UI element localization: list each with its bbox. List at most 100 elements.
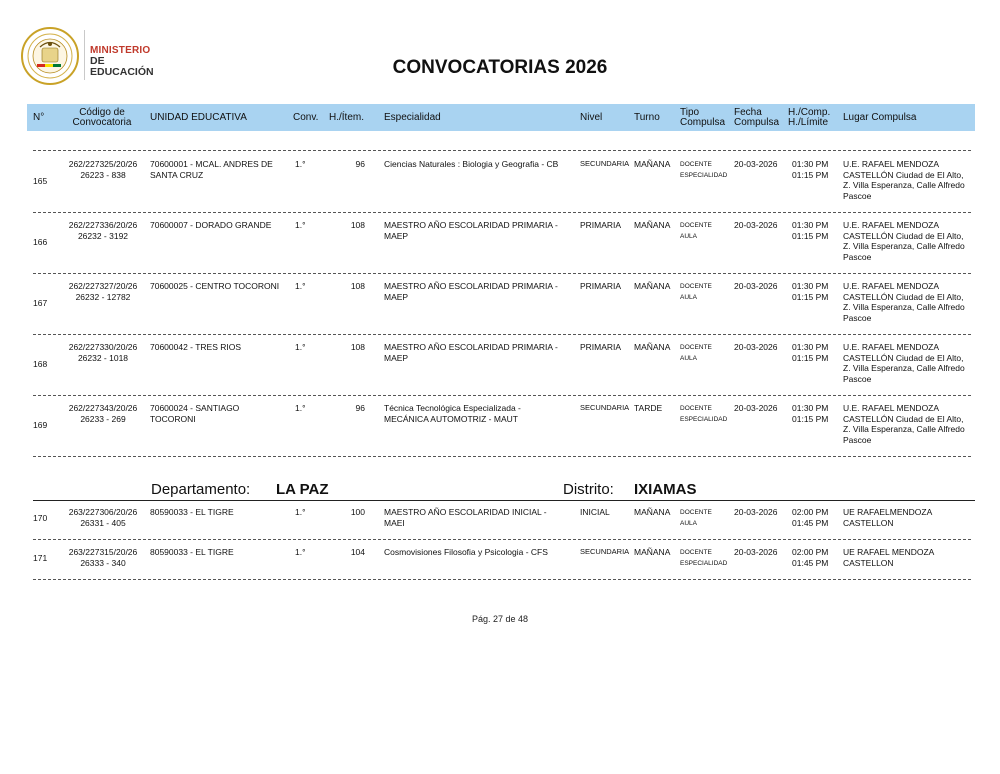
especialidad-cell: MAESTRO AÑO ESCOLARIDAD PRIMARIA - MAEP — [384, 220, 558, 241]
hora-cell: 02:00 PM 01:45 PM — [792, 547, 829, 568]
page-title: CONVOCATORIAS 2026 — [392, 57, 608, 78]
turno-cell: MAÑANA — [634, 547, 671, 557]
page-number: Pág. 27 de 48 — [471, 614, 529, 624]
lugar-cell: UE RAFAEL MENDOZA CASTELLON — [843, 547, 935, 568]
row-number: 166 — [33, 237, 48, 247]
row-number: 168 — [33, 359, 48, 369]
row-divider — [33, 273, 971, 274]
unidad-cell: 70600001 - MCAL. ANDRES DE SANTA CRUZ — [150, 159, 273, 180]
especialidad-cell: MAESTRO AÑO ESCOLARIDAD PRIMARIA - MAEP — [384, 281, 558, 302]
row-number: 165 — [33, 176, 48, 186]
nivel-cell: SECUNDARIA — [580, 547, 630, 556]
header-number: N° — [33, 111, 45, 123]
hora-cell: 01:30 PM 01:15 PM — [792, 342, 829, 363]
especialidad-cell: Ciencias Naturales : Biologia y Geografi… — [384, 159, 559, 169]
hora-cell: 01:30 PM 01:15 PM — [792, 220, 829, 241]
tipo-cell: DOCENTE ESPECIALIDAD — [680, 549, 728, 567]
hitem-cell: 108 — [350, 342, 365, 352]
header-turno: Turno — [634, 111, 660, 123]
tipo-cell: DOCENTE AULA — [680, 222, 712, 240]
fecha-cell: 20-03-2026 — [734, 220, 778, 230]
unidad-cell: 80590033 - EL TIGRE — [150, 547, 234, 557]
tipo-cell: DOCENTE AULA — [680, 509, 712, 527]
fecha-cell: 20-03-2026 — [734, 403, 778, 413]
codigo-cell: 263/227315/20/26 26333 - 340 — [68, 547, 138, 568]
section-underline — [33, 500, 975, 501]
turno-cell: MAÑANA — [634, 281, 671, 291]
nivel-cell: PRIMARIA — [580, 342, 622, 352]
table-row: 168 262/227330/20/26 26232 - 1018 70600042 … — [27, 342, 975, 399]
header-codigo: Código de Convocatoria — [72, 106, 132, 128]
hitem-cell: 108 — [350, 220, 365, 230]
tipo-cell: DOCENTE ESPECIALIDAD — [680, 405, 728, 423]
hora-cell: 01:30 PM 01:15 PM — [792, 403, 829, 424]
turno-cell: MAÑANA — [634, 159, 671, 169]
nivel-cell: PRIMARIA — [580, 220, 622, 230]
header-hcomp: H./Comp. H./Límite — [788, 106, 831, 128]
codigo-cell: 262/227343/20/26 26233 - 269 — [68, 403, 138, 424]
conv-cell: 1.° — [295, 547, 306, 557]
especialidad-cell: MAESTRO AÑO ESCOLARIDAD INICIAL - MAEI — [384, 507, 547, 528]
table-row: 167 262/227327/20/26 26232 - 12782 70600025… — [27, 281, 975, 338]
header-nivel: Nivel — [580, 111, 603, 123]
unidad-cell: 70600042 - TRES RIOS — [150, 342, 242, 352]
fecha-cell: 20-03-2026 — [734, 281, 778, 291]
header-especialidad: Especialidad — [384, 111, 441, 123]
codigo-cell: 263/227306/20/26 26331 - 405 — [68, 507, 138, 528]
conv-cell: 1.° — [295, 403, 306, 413]
lugar-cell: U.E. RAFAEL MENDOZA CASTELLÓN Ciudad de E… — [843, 281, 965, 323]
unidad-cell: 80590033 - EL TIGRE — [150, 507, 234, 517]
row-divider — [33, 334, 971, 335]
conv-cell: 1.° — [295, 342, 306, 352]
codigo-cell: 262/227325/20/26 26223 - 838 — [68, 159, 138, 180]
fecha-cell: 20-03-2026 — [734, 342, 778, 352]
fecha-cell: 20-03-2026 — [734, 547, 778, 557]
hitem-cell: 96 — [355, 403, 365, 413]
department-district-bar: Departamento: LA PAZ Distrito: IXIAMAS — [0, 481, 1000, 501]
lugar-cell: U.E. RAFAEL MENDOZA CASTELLÓN Ciudad de E… — [843, 220, 965, 262]
especialidad-cell: Técnica Tecnológica Especializada - MECÁN… — [384, 403, 521, 424]
nivel-cell: INICIAL — [580, 507, 610, 517]
hitem-cell: 100 — [350, 507, 365, 517]
header-unidad: UNIDAD EDUCATIVA — [150, 111, 247, 123]
codigo-cell: 262/227327/20/26 26232 - 12782 — [68, 281, 138, 302]
row-number: 170 — [33, 513, 48, 523]
fecha-cell: 20-03-2026 — [734, 159, 778, 169]
hora-cell: 01:30 PM 01:15 PM — [792, 159, 829, 180]
hora-cell: 01:30 PM 01:15 PM — [792, 281, 829, 302]
nivel-cell: PRIMARIA — [580, 281, 622, 291]
unidad-cell: 70600025 - CENTRO TOCORONI — [150, 281, 280, 291]
table-row: 169 262/227343/20/26 26233 - 269 70600024 -… — [27, 403, 975, 460]
row-divider — [33, 579, 971, 580]
lugar-cell: UE RAFAELMENDOZA CASTELLON — [843, 507, 933, 528]
department-label: Departamento: — [151, 481, 251, 498]
row-divider — [33, 395, 971, 396]
lugar-cell: U.E. RAFAEL MENDOZA CASTELLÓN Ciudad de E… — [843, 342, 965, 384]
row-divider — [33, 456, 971, 457]
row-number: 167 — [33, 298, 48, 308]
table-row: 170 263/227306/20/26 26331 - 405 80590033 -… — [27, 507, 975, 543]
hora-cell: 02:00 PM 01:45 PM — [792, 507, 829, 528]
especialidad-cell: Cosmovisiones Filosofia y Psicologia - C… — [384, 547, 548, 557]
row-number: 169 — [33, 420, 48, 430]
department-value: LA PAZ — [276, 481, 329, 498]
table-row: 166 262/227336/20/26 26232 - 3192 70600007 … — [27, 220, 975, 277]
codigo-cell: 262/227336/20/26 26232 - 3192 — [68, 220, 138, 241]
unidad-cell: 70600007 - DORADO GRANDE — [150, 220, 272, 230]
header-tipo: Tipo Compulsa — [680, 106, 726, 128]
conv-cell: 1.° — [295, 159, 306, 169]
especialidad-cell: MAESTRO AÑO ESCOLARIDAD PRIMARIA - MAEP — [384, 342, 558, 363]
conv-cell: 1.° — [295, 220, 306, 230]
lugar-cell: U.E. RAFAEL MENDOZA CASTELLÓN Ciudad de E… — [843, 159, 965, 201]
fecha-cell: 20-03-2026 — [734, 507, 778, 517]
header-conv: Conv. — [293, 111, 319, 123]
row-divider — [33, 539, 971, 540]
lugar-cell: U.E. RAFAEL MENDOZA CASTELLÓN Ciudad de E… — [843, 403, 965, 445]
turno-cell: MAÑANA — [634, 342, 671, 352]
hitem-cell: 96 — [355, 159, 365, 169]
row-number: 171 — [33, 553, 48, 563]
district-value: IXIAMAS — [634, 481, 697, 498]
district-label: Distrito: — [563, 481, 614, 498]
header-fecha: Fecha Compulsa — [734, 106, 780, 128]
nivel-cell: SECUNDARIA — [580, 159, 630, 168]
